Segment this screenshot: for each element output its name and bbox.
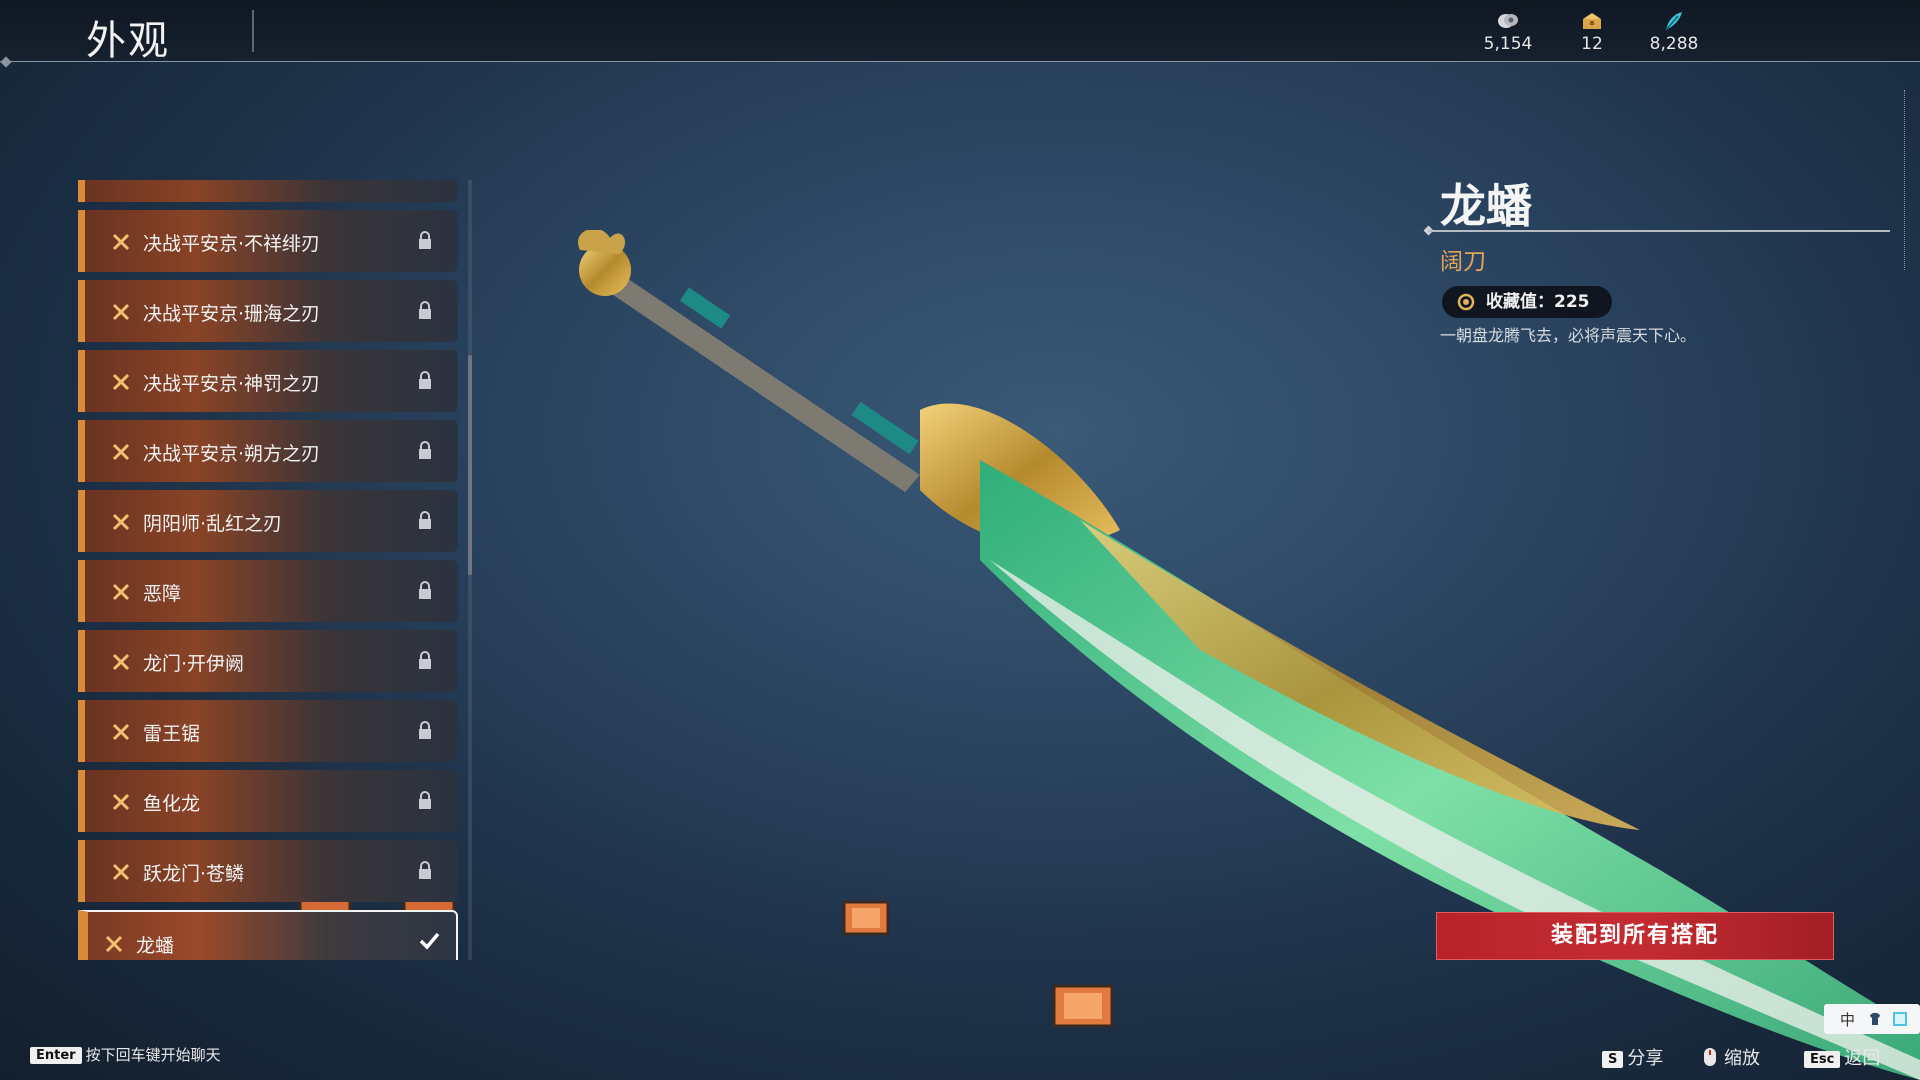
cross-blades-icon bbox=[112, 233, 130, 251]
item-name: 龙蟠 bbox=[1440, 179, 1532, 233]
cross-blades-icon bbox=[112, 723, 130, 741]
list-item-label: 恶障 bbox=[143, 583, 182, 605]
list-item-label: 决战平安京·神罚之刃 bbox=[143, 373, 321, 395]
list-item-label: 鱼化龙 bbox=[143, 793, 201, 815]
lock-icon bbox=[419, 301, 431, 319]
chest-value: 12 bbox=[1581, 34, 1603, 54]
page-title: 外观 bbox=[86, 18, 170, 64]
esc-key-badge: Esc bbox=[1804, 1051, 1841, 1068]
cross-blades-icon bbox=[112, 513, 130, 531]
list-item[interactable]: 决战平安京·珊海之刃 bbox=[78, 280, 458, 342]
lock-icon bbox=[419, 511, 431, 529]
back-action[interactable]: Esc 返回 bbox=[1804, 1044, 1880, 1070]
lock-icon bbox=[419, 791, 431, 809]
list-item[interactable]: 决战平安京·不祥绯刃 bbox=[78, 210, 458, 272]
list-item-partial[interactable] bbox=[78, 180, 458, 202]
currency-coin: 5,154 bbox=[1468, 10, 1548, 54]
list-item-label: 决战平安京·珊海之刃 bbox=[143, 303, 321, 325]
cross-blades-icon bbox=[112, 863, 130, 881]
list-item[interactable]: 雷王锯 bbox=[78, 700, 458, 762]
feather-value: 8,288 bbox=[1649, 34, 1699, 54]
lock-icon bbox=[419, 371, 431, 389]
check-icon bbox=[419, 932, 440, 950]
back-label: 返回 bbox=[1844, 1048, 1881, 1069]
cross-blades-icon bbox=[112, 443, 130, 461]
top-bar: 外观 5,154 12 8,288 bbox=[0, 0, 1920, 68]
item-type: 阔刀 bbox=[1440, 249, 1486, 275]
equip-all-button[interactable]: 装配到所有搭配 bbox=[1436, 912, 1834, 960]
side-ornament bbox=[1904, 90, 1914, 270]
list-item-label: 阴阳师·乱红之刃 bbox=[143, 513, 283, 535]
share-label: 分享 bbox=[1627, 1048, 1664, 1069]
ime-indicator[interactable]: 中 bbox=[1824, 1004, 1920, 1034]
enter-key-badge: Enter bbox=[30, 1047, 82, 1064]
grid-icon bbox=[1893, 1012, 1907, 1026]
coin-value: 5,154 bbox=[1483, 34, 1533, 54]
collection-value: 收藏值：225 bbox=[1486, 292, 1590, 312]
corner-ornament bbox=[0, 56, 12, 68]
list-item-selected[interactable]: 龙蟠 bbox=[78, 910, 458, 960]
list-item[interactable]: 恶障 bbox=[78, 560, 458, 622]
feather-icon bbox=[1665, 12, 1682, 31]
chat-hint[interactable]: Enter 按下回车键开始聊天 bbox=[30, 1044, 221, 1065]
coin-icon bbox=[1498, 14, 1518, 28]
cross-blades-icon bbox=[112, 653, 130, 671]
list-item[interactable]: 跃龙门·苍鳞 bbox=[78, 840, 458, 902]
lock-icon bbox=[419, 441, 431, 459]
share-action[interactable]: S 分享 bbox=[1602, 1044, 1663, 1070]
currency-chest: 12 bbox=[1552, 10, 1632, 54]
ime-mode: 中 bbox=[1840, 1011, 1856, 1029]
list-item[interactable]: 决战平安京·朔方之刃 bbox=[78, 420, 458, 482]
cross-blades-icon bbox=[112, 373, 130, 391]
skin-list: 决战平安京·不祥绯刃 决战平安京·珊海之刃 决战平安京·神罚之刃 决战平安京·朔… bbox=[78, 180, 466, 960]
item-description: 一朝盘龙腾飞去，必将声震天下心。 bbox=[1440, 326, 1697, 345]
currency-feather: 8,288 bbox=[1634, 10, 1714, 54]
lock-icon bbox=[419, 581, 431, 599]
lock-icon bbox=[419, 861, 431, 879]
title-separator bbox=[252, 10, 254, 52]
cross-blades-icon bbox=[112, 303, 130, 321]
s-key-badge: S bbox=[1602, 1051, 1624, 1068]
list-item-label: 决战平安京·不祥绯刃 bbox=[143, 233, 321, 255]
chest-icon bbox=[1583, 13, 1601, 29]
list-item-label: 跃龙门·苍鳞 bbox=[143, 863, 245, 885]
chat-hint-text: 按下回车键开始聊天 bbox=[85, 1046, 221, 1064]
name-divider bbox=[1428, 230, 1890, 232]
zoom-label: 缩放 bbox=[1724, 1048, 1760, 1069]
mouse-icon bbox=[1704, 1048, 1716, 1066]
list-item[interactable]: 阴阳师·乱红之刃 bbox=[78, 490, 458, 552]
list-item[interactable]: 决战平安京·神罚之刃 bbox=[78, 350, 458, 412]
list-item[interactable]: 鱼化龙 bbox=[78, 770, 458, 832]
list-item-label: 雷王锯 bbox=[143, 723, 201, 745]
list-item-label: 决战平安京·朔方之刃 bbox=[143, 443, 321, 465]
zoom-action[interactable]: 缩放 bbox=[1700, 1044, 1760, 1070]
list-item-label: 龙蟠 bbox=[136, 935, 175, 957]
list-item[interactable]: 龙门·开伊阙 bbox=[78, 630, 458, 692]
lock-icon bbox=[419, 651, 431, 669]
cross-blades-icon bbox=[105, 935, 123, 953]
cross-blades-icon bbox=[112, 583, 130, 601]
list-scrollbar[interactable] bbox=[468, 355, 472, 575]
cross-blades-icon bbox=[112, 793, 130, 811]
collection-badge: 收藏值：225 bbox=[1442, 286, 1612, 318]
shirt-icon bbox=[1870, 1013, 1880, 1025]
list-item-label: 龙门·开伊阙 bbox=[143, 653, 245, 675]
lock-icon bbox=[419, 721, 431, 739]
collection-icon bbox=[1457, 293, 1475, 311]
lock-icon bbox=[419, 231, 431, 249]
